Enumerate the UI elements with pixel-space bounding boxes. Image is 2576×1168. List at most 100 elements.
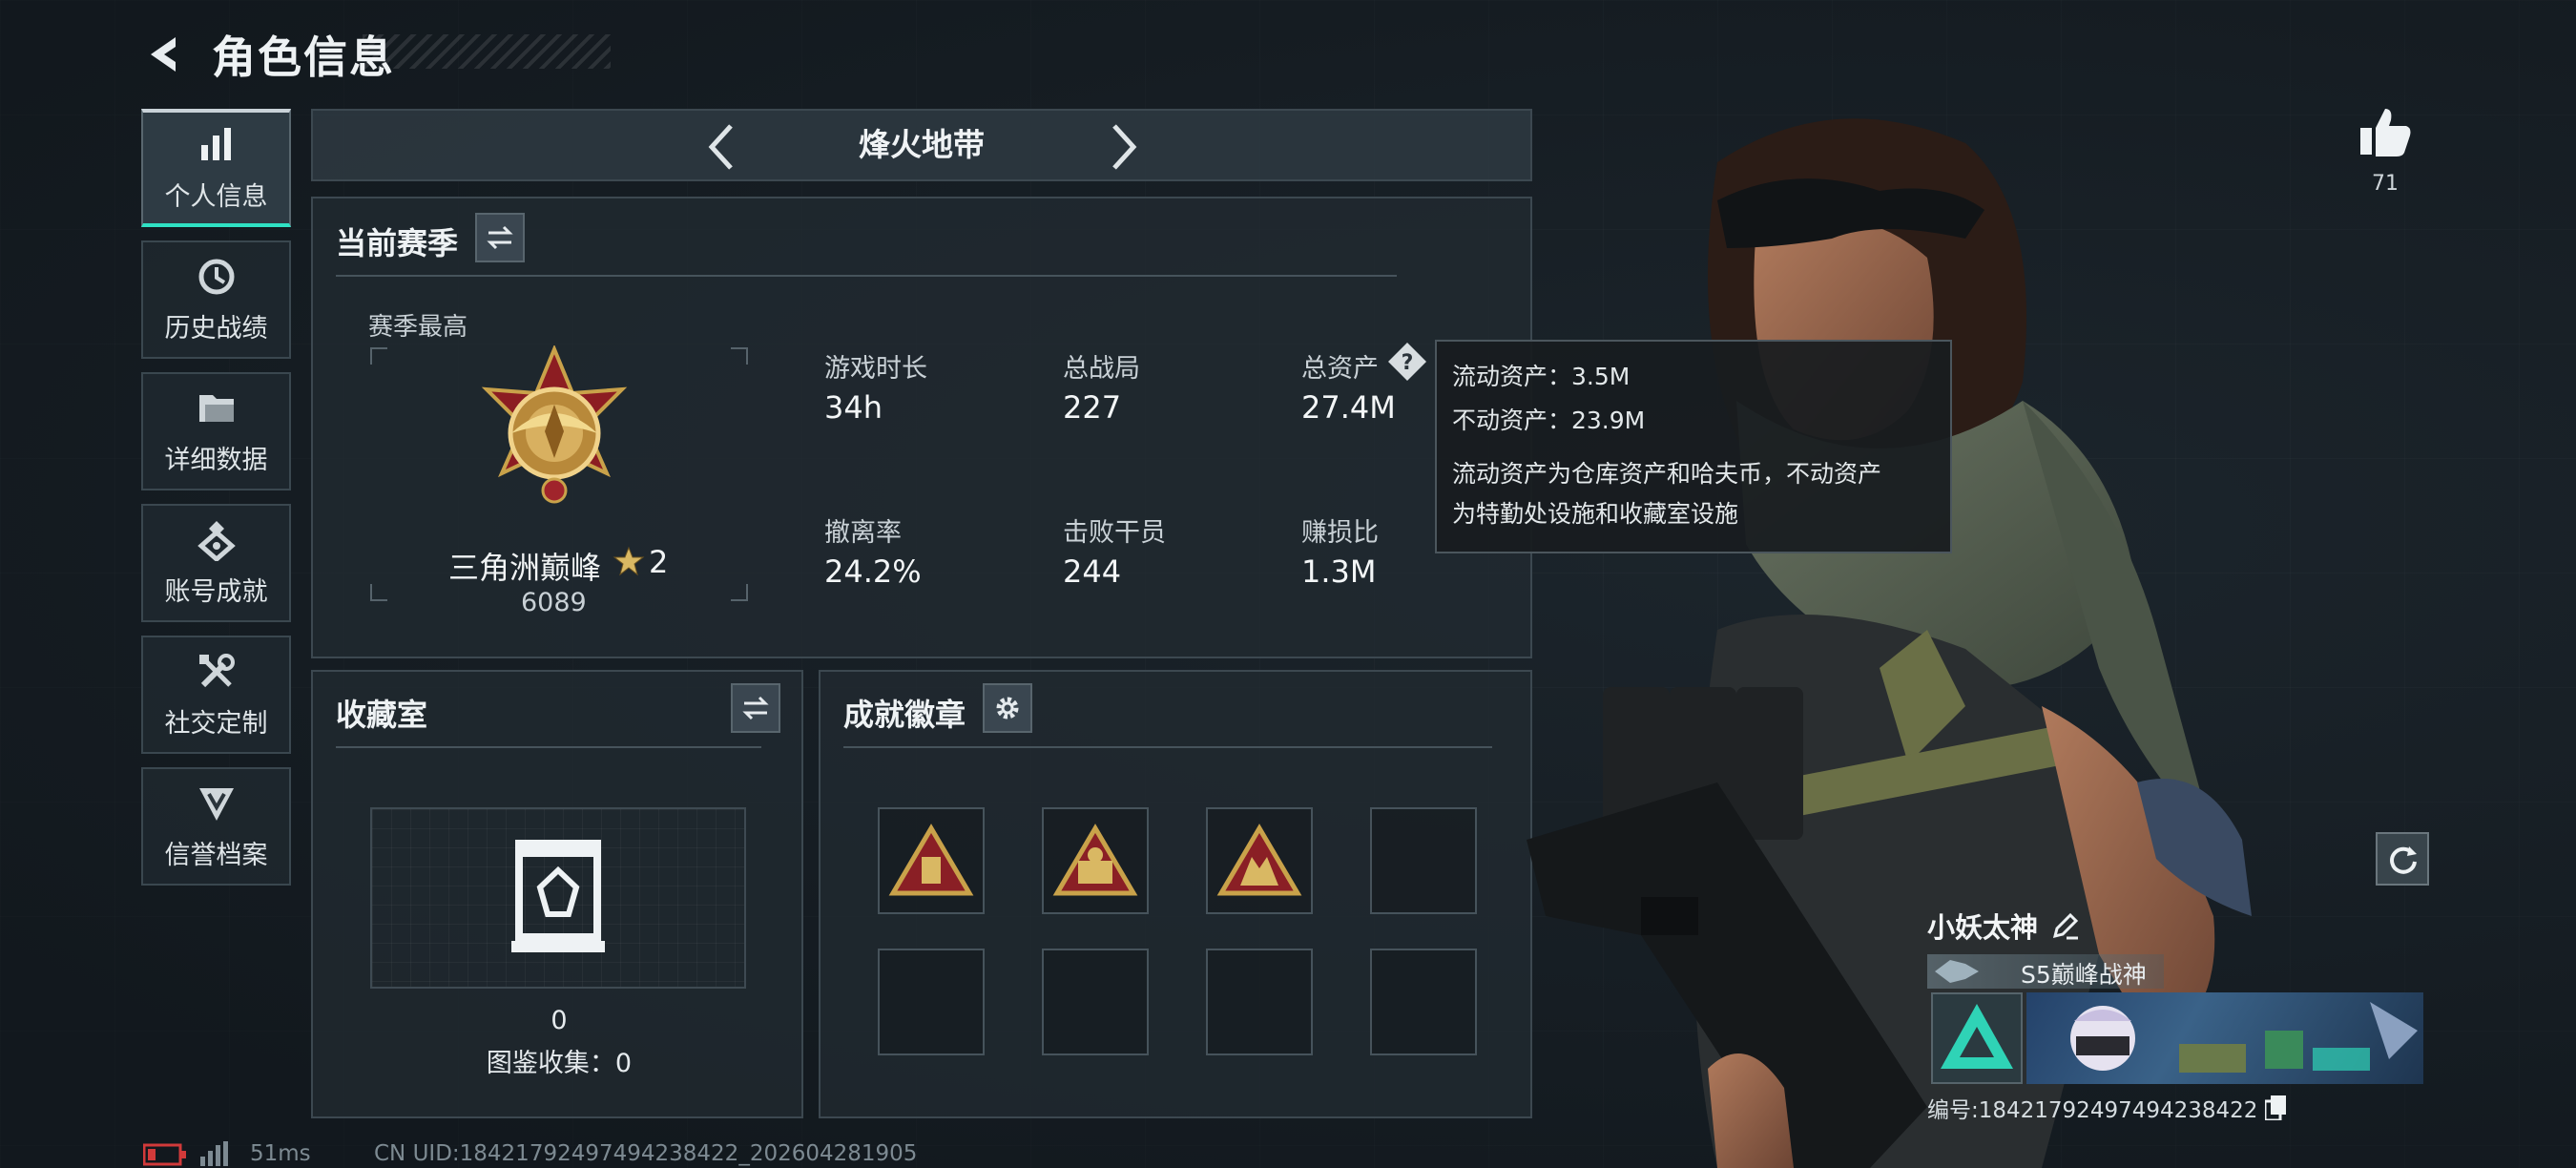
badge-icon bbox=[1216, 824, 1302, 896]
badge-icon bbox=[1052, 824, 1138, 896]
panel-divider bbox=[336, 275, 1397, 277]
triangle-emblem-icon bbox=[1941, 1004, 2013, 1069]
stat-label-matches: 总战局 bbox=[1063, 354, 1140, 384]
tooltip-description-line2: 为特勤处设施和收藏室设施 bbox=[1452, 500, 1739, 528]
history-icon bbox=[198, 259, 234, 294]
badges-panel: 成就徽章 bbox=[819, 670, 1532, 1118]
battery-icon bbox=[143, 1143, 186, 1166]
stat-label-playtime: 游戏时长 bbox=[824, 354, 927, 384]
frame-corner bbox=[370, 584, 387, 601]
badge-slot-empty[interactable] bbox=[878, 949, 985, 1055]
rank-score: 6089 bbox=[521, 588, 587, 617]
copy-icon[interactable] bbox=[2265, 1095, 2287, 1120]
achievement-icon bbox=[197, 520, 236, 561]
refresh-button[interactable] bbox=[2376, 832, 2429, 886]
help-icon[interactable]: ? bbox=[1387, 342, 1427, 382]
stat-label-kills: 击败干员 bbox=[1063, 518, 1166, 548]
title-tag-emblem-icon bbox=[1935, 960, 1979, 983]
mode-selector: 烽火地带 bbox=[311, 109, 1532, 181]
swap-icon bbox=[742, 696, 769, 720]
display-case-icon bbox=[511, 840, 605, 952]
stat-value-kills: 244 bbox=[1063, 553, 1122, 590]
uid-text: CN UID:18421792497494238422_202604281905 bbox=[374, 1141, 918, 1166]
rank-stars-count: 2 bbox=[649, 544, 669, 580]
season-panel: 当前赛季 赛季最高 三角洲巅峰 2 6089 游戏时长 34h 总战局 227 … bbox=[311, 197, 1532, 658]
collection-panel: 收藏室 0 图鉴收集：0 bbox=[311, 670, 803, 1118]
tools-icon bbox=[198, 653, 235, 687]
badge-icon bbox=[888, 824, 974, 896]
profile-card: 小妖太神 S5巅峰战神 编号:18421792497494238422 bbox=[1927, 905, 2423, 1124]
tooltip-description-line1: 流动资产为仓库资产和哈夫币，不动资产 bbox=[1452, 460, 1882, 488]
thumbs-up-icon[interactable] bbox=[2357, 105, 2414, 158]
badge-slot[interactable] bbox=[878, 807, 985, 914]
nav-item-personal-info[interactable]: 个人信息 bbox=[141, 109, 291, 227]
badge-slot-empty[interactable] bbox=[1206, 949, 1313, 1055]
refresh-icon bbox=[2390, 846, 2417, 874]
nav-item-label: 历史战绩 bbox=[164, 313, 268, 344]
banner-art bbox=[2026, 992, 2423, 1084]
side-nav: 个人信息 历史战绩 详细数据 账号成就 社交定制 信誉档案 bbox=[141, 109, 291, 899]
next-mode-button[interactable] bbox=[1097, 120, 1151, 174]
collection-display-case[interactable] bbox=[370, 807, 746, 989]
collection-title: 收藏室 bbox=[336, 697, 428, 733]
bar-chart-icon bbox=[200, 127, 231, 160]
frame-corner bbox=[731, 347, 748, 365]
frame-corner bbox=[370, 347, 387, 365]
stat-value-profit-ratio: 1.3M bbox=[1301, 553, 1377, 590]
season-title: 当前赛季 bbox=[336, 225, 459, 261]
stat-value-total-assets: 27.4M bbox=[1301, 389, 1396, 426]
stat-label-extract-rate: 撤离率 bbox=[824, 518, 902, 548]
panel-divider bbox=[336, 746, 761, 748]
nav-item-label: 个人信息 bbox=[164, 181, 268, 212]
season-best-label: 赛季最高 bbox=[368, 313, 468, 342]
reputation-icon bbox=[198, 787, 234, 821]
badge-slot[interactable] bbox=[1042, 807, 1149, 914]
ping-text: 51ms bbox=[250, 1141, 311, 1166]
collection-count: 0 bbox=[551, 1006, 568, 1035]
nav-item-reputation[interactable]: 信誉档案 bbox=[141, 767, 291, 886]
title-tag-text: S5巅峰战神 bbox=[2021, 961, 2147, 989]
chevron-right-icon bbox=[1112, 124, 1137, 170]
nav-item-details[interactable]: 详细数据 bbox=[141, 372, 291, 490]
player-emblem[interactable] bbox=[1931, 992, 2023, 1084]
stat-value-extract-rate: 24.2% bbox=[824, 553, 922, 590]
collection-switch-button[interactable] bbox=[731, 683, 780, 733]
banner-illustration-icon bbox=[2070, 1002, 2418, 1073]
rank-name: 三角洲巅峰 bbox=[448, 550, 602, 586]
title-tag: S5巅峰战神 bbox=[1927, 954, 2164, 989]
edit-pencil-icon[interactable] bbox=[2051, 911, 2080, 940]
svg-text:?: ? bbox=[1402, 351, 1414, 375]
signal-icon bbox=[200, 1141, 228, 1166]
frame-corner bbox=[731, 584, 748, 601]
badge-slot[interactable] bbox=[1206, 807, 1313, 914]
player-name: 小妖太神 bbox=[1927, 911, 2039, 944]
folder-icon bbox=[198, 394, 234, 422]
season-switch-button[interactable] bbox=[475, 213, 525, 262]
assets-tooltip: 流动资产：3.5M 不动资产：23.9M 流动资产为仓库资产和哈夫币，不动资产 … bbox=[1435, 340, 1952, 553]
nav-item-label: 信誉档案 bbox=[164, 840, 268, 870]
banner bbox=[1927, 992, 2423, 1084]
page-header: 角色信息 bbox=[143, 21, 395, 88]
like-count: 71 bbox=[2372, 172, 2399, 196]
back-arrow-icon[interactable] bbox=[143, 31, 189, 77]
header-hatch-decoration bbox=[363, 34, 611, 69]
panel-divider bbox=[843, 746, 1492, 748]
rank-star-icon bbox=[613, 546, 645, 576]
stat-value-playtime: 34h bbox=[824, 389, 883, 426]
nav-item-social[interactable]: 社交定制 bbox=[141, 636, 291, 754]
stat-label-total-assets: 总资产 bbox=[1301, 354, 1379, 384]
rank-emblem-icon bbox=[481, 345, 628, 504]
stat-label-profit-ratio: 赚损比 bbox=[1301, 518, 1379, 548]
collection-codex: 图鉴收集：0 bbox=[486, 1049, 633, 1078]
badges-title: 成就徽章 bbox=[843, 697, 966, 733]
badge-slot-empty[interactable] bbox=[1042, 949, 1149, 1055]
tooltip-fixed-assets: 不动资产：23.9M bbox=[1452, 407, 1646, 434]
gear-icon bbox=[996, 697, 1019, 720]
badges-settings-button[interactable] bbox=[983, 683, 1032, 733]
swap-icon bbox=[487, 225, 513, 250]
nav-item-achievements[interactable]: 账号成就 bbox=[141, 504, 291, 622]
player-id: 编号:18421792497494238422 bbox=[1927, 1098, 2258, 1123]
nav-item-label: 账号成就 bbox=[164, 576, 268, 607]
nav-item-label: 社交定制 bbox=[164, 708, 268, 739]
nav-item-history[interactable]: 历史战绩 bbox=[141, 240, 291, 359]
